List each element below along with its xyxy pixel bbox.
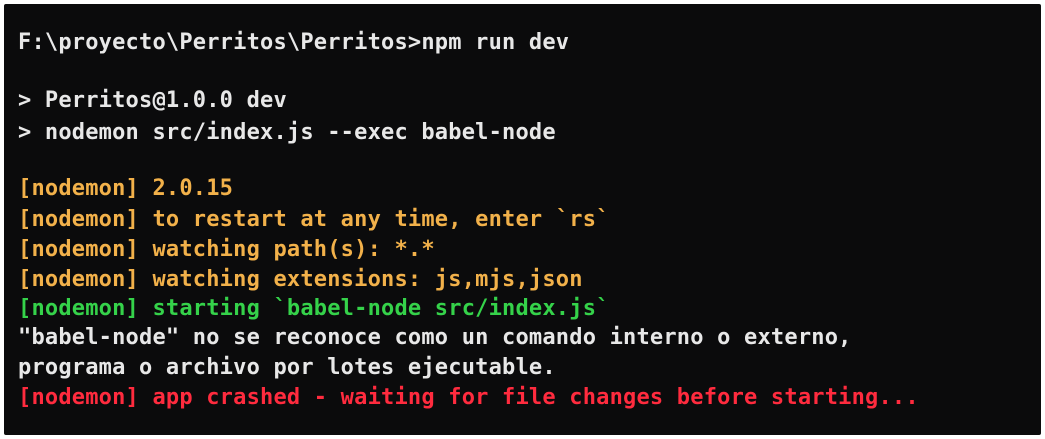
nodemon-watching-extensions-line: [nodemon] watching extensions: js,mjs,js… xyxy=(18,267,583,292)
error-message-line-1: "babel-node" no se reconoce como un coma… xyxy=(18,325,852,350)
screenshot-frame: F:\proyecto\Perritos\Perritos>npm run de… xyxy=(0,0,1045,439)
app-crashed-line: [nodemon] app crashed - waiting for file… xyxy=(18,385,919,410)
nodemon-version-line: [nodemon] 2.0.15 xyxy=(18,176,234,201)
npm-command-line: > nodemon src/index.js --exec babel-node xyxy=(18,120,556,145)
nodemon-starting-line: [nodemon] starting `babel-node src/index… xyxy=(18,296,610,321)
npm-script-line: > Perritos@1.0.0 dev xyxy=(18,88,287,113)
command-prompt-line: F:\proyecto\Perritos\Perritos>npm run de… xyxy=(18,30,570,55)
nodemon-restart-hint-line: [nodemon] to restart at any time, enter … xyxy=(18,207,610,232)
terminal-window[interactable]: F:\proyecto\Perritos\Perritos>npm run de… xyxy=(4,4,1041,435)
error-message-line-2: programa o archivo por lotes ejecutable. xyxy=(18,355,556,380)
nodemon-watching-paths-line: [nodemon] watching path(s): *.* xyxy=(18,237,435,262)
